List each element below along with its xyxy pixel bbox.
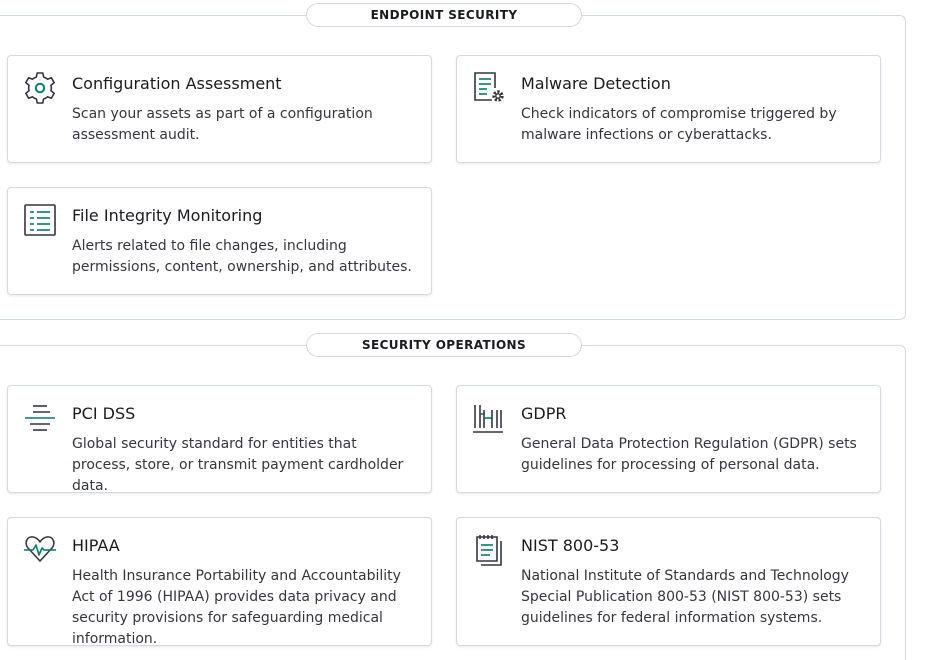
- card-description: Scan your assets as part of a configurat…: [72, 106, 373, 143]
- strikethrough-lines-icon: [23, 401, 57, 435]
- gear-icon: [23, 71, 57, 105]
- card-title: HIPAA: [72, 536, 120, 555]
- card-title: Configuration Assessment: [72, 74, 282, 93]
- card-configuration-assessment[interactable]: Configuration Assessment Scan your asset…: [7, 55, 432, 163]
- card-title: PCI DSS: [72, 404, 136, 423]
- endpoint-security-title: ENDPOINT SECURITY: [306, 3, 582, 27]
- list-document-icon: [23, 203, 57, 237]
- card-nist-800-53[interactable]: NIST 800-53 National Institute of Standa…: [456, 517, 881, 646]
- notepad-icon: [472, 533, 506, 567]
- heart-pulse-icon: [23, 533, 57, 567]
- card-description: National Institute of Standards and Tech…: [521, 568, 849, 626]
- card-hipaa[interactable]: HIPAA Health Insurance Portability and A…: [7, 517, 432, 647]
- card-gdpr[interactable]: GDPR General Data Protection Regulation …: [456, 385, 881, 493]
- card-description: Global security standard for entities th…: [72, 436, 404, 494]
- modules-overview: ENDPOINT SECURITY Configuration Assessme…: [0, 0, 926, 660]
- card-title: Malware Detection: [521, 74, 671, 93]
- card-pci-dss[interactable]: PCI DSS Global security standard for ent…: [7, 385, 432, 494]
- card-description: Alerts related to file changes, includin…: [72, 238, 412, 275]
- card-malware-detection[interactable]: Malware Detection Check indicators of co…: [456, 55, 881, 163]
- card-file-integrity-monitoring[interactable]: File Integrity Monitoring Alerts related…: [7, 187, 432, 295]
- card-title: NIST 800-53: [521, 536, 620, 555]
- security-operations-title: SECURITY OPERATIONS: [306, 333, 582, 357]
- card-title: GDPR: [521, 404, 567, 423]
- card-description: Check indicators of compromise triggered…: [521, 106, 837, 143]
- card-description: Health Insurance Portability and Account…: [72, 568, 401, 647]
- card-title: File Integrity Monitoring: [72, 206, 263, 225]
- card-description: General Data Protection Regulation (GDPR…: [521, 436, 857, 473]
- building-columns-icon: [472, 401, 506, 435]
- document-gear-icon: [472, 71, 506, 105]
